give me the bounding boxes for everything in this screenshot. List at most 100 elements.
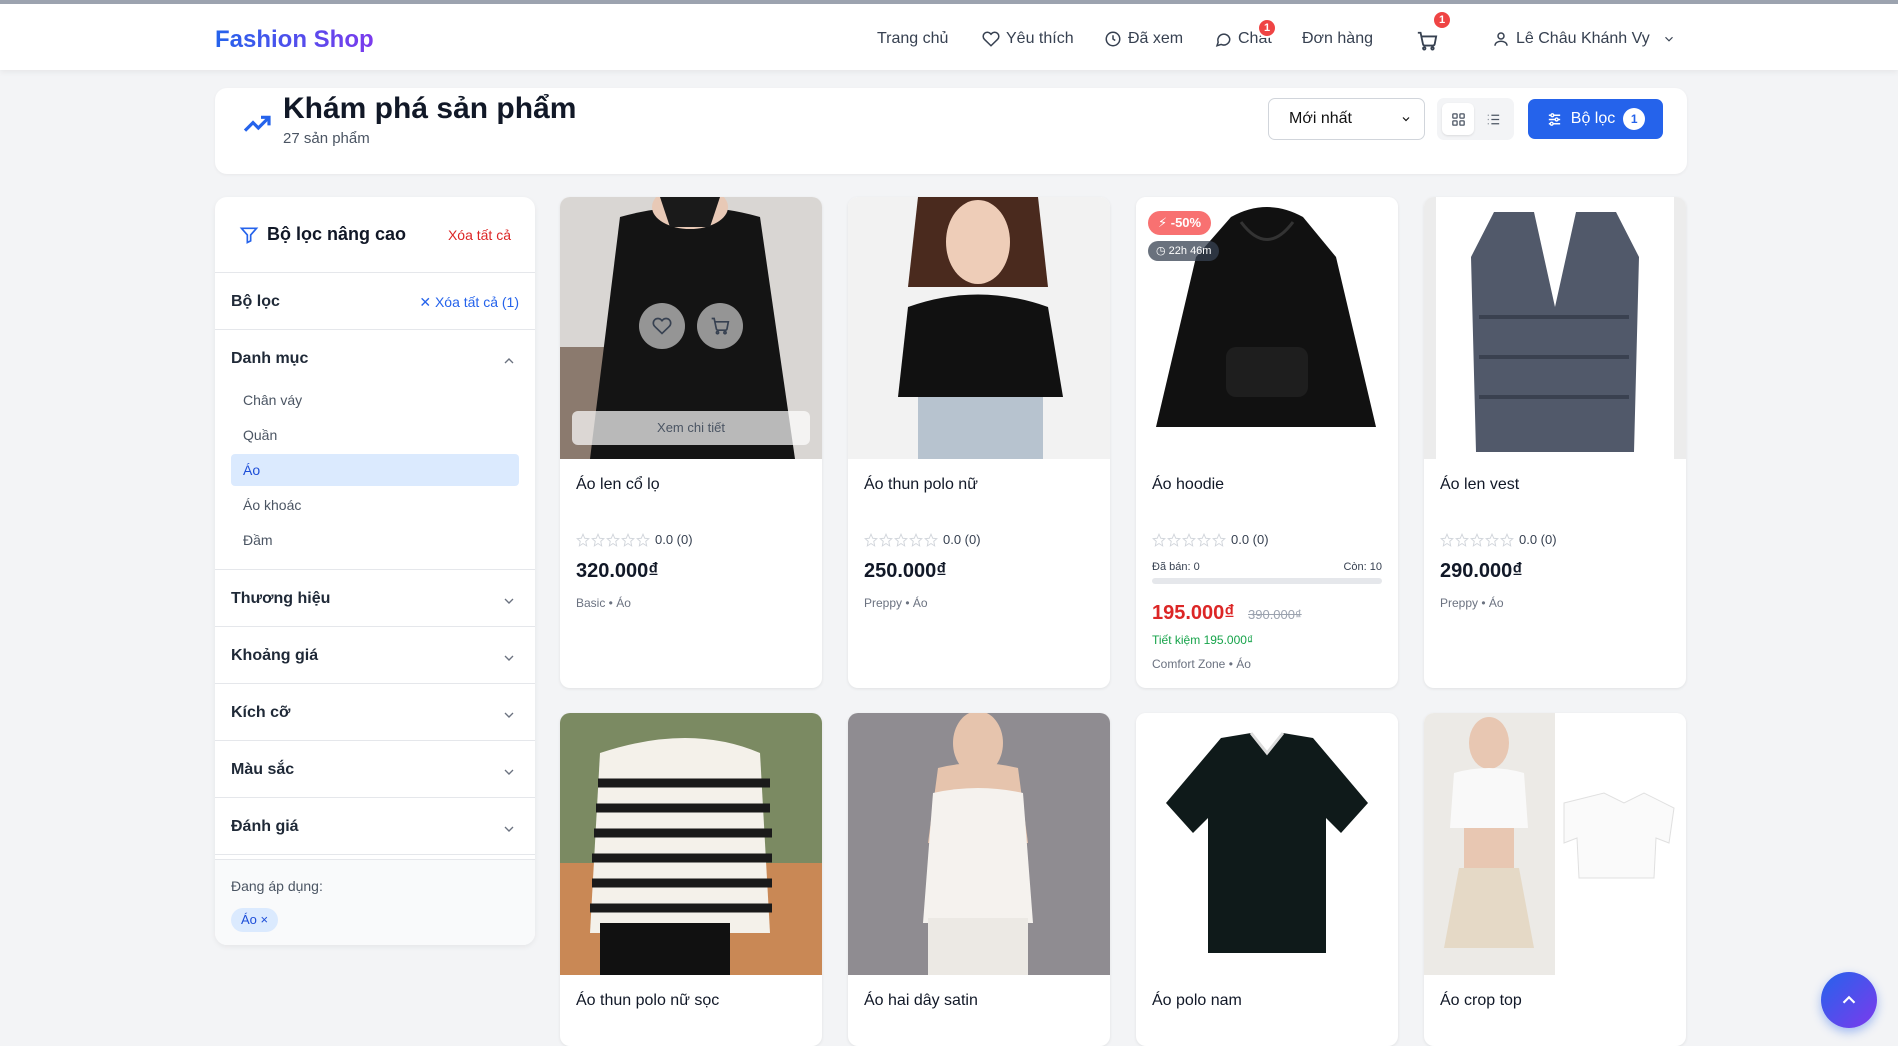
sold-count: Đã bán: 0: [1152, 561, 1200, 573]
product-name[interactable]: Áo crop top: [1440, 992, 1522, 1010]
wishlist-button[interactable]: [639, 303, 685, 349]
price-section-header[interactable]: Khoảng giá: [215, 627, 535, 684]
product-image[interactable]: [848, 713, 1110, 975]
sidebar-header: Bộ lọc nâng cao Xóa tất cả: [215, 197, 535, 273]
chevron-down-icon: [1664, 36, 1673, 42]
add-to-cart-button[interactable]: [697, 303, 743, 349]
user-menu[interactable]: Lê Châu Khánh Vy: [1492, 30, 1676, 48]
product-image[interactable]: Xem chi tiết: [560, 197, 822, 459]
rating-value: 0.0 (0): [655, 532, 693, 547]
category-item[interactable]: Quần: [231, 419, 519, 451]
product-price: 320.000₫: [576, 560, 659, 582]
clear-all-button[interactable]: Xóa tất cả: [448, 227, 511, 243]
product-card[interactable]: Áo len vest 0.0 (0) 290.000₫ Preppy • Áo: [1424, 197, 1686, 688]
trending-up-icon: [243, 115, 271, 132]
star-icon: [1455, 532, 1469, 547]
product-image[interactable]: ⚡ -50% ◷ 22h 46m: [1136, 197, 1398, 459]
product-card[interactable]: ⚡ -50% ◷ 22h 46m Áo hoodie 0.0 (0) Đã bá…: [1136, 197, 1398, 688]
filter-label: Bộ lọc: [231, 293, 280, 310]
filter-clear-label: Xóa tất cả (1): [434, 294, 519, 310]
category-item[interactable]: Đầm: [231, 524, 519, 556]
rating-value: 0.0 (0): [1231, 532, 1269, 547]
product-rating: 0.0 (0): [1440, 532, 1557, 547]
nav-wishlist[interactable]: Yêu thích: [982, 30, 1074, 48]
chevron-down-icon: [1402, 117, 1410, 122]
product-image[interactable]: [848, 197, 1110, 459]
nav-orders-label: Đơn hàng: [1302, 30, 1373, 47]
brand-section-header[interactable]: Thương hiệu: [215, 570, 535, 627]
filter-button-label: Bộ lọc: [1570, 110, 1616, 127]
brand-logo[interactable]: Fashion Shop: [215, 26, 374, 54]
product-name[interactable]: Áo len cổ lọ: [576, 476, 660, 494]
filter-summary-row: Bộ lọc ✕ Xóa tất cả (1): [215, 273, 535, 330]
category-list: Chân váy Quần Áo Áo khoác Đầm: [215, 375, 535, 570]
cart-icon: [1417, 31, 1438, 51]
saving-text: Tiết kiệm 195.000₫: [1152, 633, 1254, 647]
nav-orders[interactable]: Đơn hàng: [1302, 30, 1373, 48]
category-item[interactable]: Chân váy: [231, 384, 519, 416]
product-name[interactable]: Áo len vest: [1440, 476, 1519, 494]
discount-value: -50%: [1170, 215, 1202, 230]
product-image[interactable]: [1136, 713, 1398, 975]
grid-view-button[interactable]: [1442, 103, 1474, 135]
product-name[interactable]: Áo polo nam: [1152, 992, 1242, 1010]
star-icon: [1197, 532, 1211, 547]
star-icon: [909, 532, 923, 547]
star-icon: [1485, 532, 1499, 547]
view-detail-button[interactable]: Xem chi tiết: [572, 411, 810, 445]
rating-section-header[interactable]: Đánh giá: [215, 798, 535, 855]
product-card[interactable]: Áo hai dây satin: [848, 713, 1110, 1046]
heart-icon: [982, 31, 1000, 47]
sort-select[interactable]: Mới nhất: [1268, 98, 1425, 140]
product-card[interactable]: Xem chi tiết Áo len cổ lọ 0.0 (0) 320.00…: [560, 197, 822, 688]
star-icon: [1182, 532, 1196, 547]
applied-filter-chip[interactable]: Áo ×: [231, 908, 279, 932]
star-icon: [576, 532, 590, 547]
rating-value: 0.0 (0): [1519, 532, 1557, 547]
product-image[interactable]: [1424, 713, 1686, 975]
applied-filters: Đang áp dụng: Áo ×: [215, 859, 535, 945]
category-item-active[interactable]: Áo: [231, 454, 519, 486]
star-icon: [894, 532, 908, 547]
product-name[interactable]: Áo hai dây satin: [864, 992, 978, 1010]
scroll-to-top-button[interactable]: [1821, 972, 1877, 1028]
section-label: Màu sắc: [231, 761, 295, 778]
product-card[interactable]: Áo thun polo nữ 0.0 (0) 250.000₫ Preppy …: [848, 197, 1110, 688]
list-icon: [1487, 114, 1499, 124]
color-section-header[interactable]: Màu sắc: [215, 741, 535, 798]
product-card[interactable]: Áo thun polo nữ sọc: [560, 713, 822, 1046]
section-label: Khoảng giá: [231, 647, 319, 664]
chevron-down-icon: [504, 826, 514, 832]
product-price: 290.000₫: [1440, 560, 1523, 582]
filter-clear-button[interactable]: ✕ Xóa tất cả (1): [419, 294, 519, 311]
view-toggle: [1437, 98, 1514, 140]
user-name: Lê Châu Khánh Vy: [1516, 30, 1650, 47]
list-view-button[interactable]: [1477, 103, 1509, 135]
product-image[interactable]: [560, 713, 822, 975]
star-icon: [1470, 532, 1484, 547]
category-item[interactable]: Áo khoác: [231, 489, 519, 521]
product-card[interactable]: Áo polo nam: [1136, 713, 1398, 1046]
filter-button[interactable]: Bộ lọc 1: [1528, 99, 1663, 139]
star-icon: [591, 532, 605, 547]
product-rating: 0.0 (0): [864, 532, 981, 547]
product-meta: Preppy • Áo: [1440, 596, 1504, 610]
nav-viewed[interactable]: Đã xem: [1104, 30, 1183, 48]
star-icon: [1167, 532, 1181, 547]
timer-value: 22h 46m: [1168, 245, 1212, 257]
product-card[interactable]: Áo crop top: [1424, 713, 1686, 1046]
top-navbar: Fashion Shop Trang chủ Yêu thích Đã xem …: [0, 0, 1898, 70]
product-name[interactable]: Áo hoodie: [1152, 476, 1224, 494]
flash-timer: ◷ 22h 46m: [1148, 241, 1220, 261]
star-icon: [1152, 532, 1166, 547]
product-image[interactable]: [1424, 197, 1686, 459]
nav-cart[interactable]: [1416, 30, 1438, 52]
star-icon: [864, 532, 878, 547]
nav-home[interactable]: Trang chủ: [877, 30, 948, 48]
star-icon: [1440, 532, 1454, 547]
size-section-header[interactable]: Kích cỡ: [215, 684, 535, 741]
product-name[interactable]: Áo thun polo nữ: [864, 476, 978, 494]
product-meta: Comfort Zone • Áo: [1152, 657, 1251, 671]
chat-badge: 1: [1257, 18, 1277, 38]
product-name[interactable]: Áo thun polo nữ sọc: [576, 992, 719, 1010]
